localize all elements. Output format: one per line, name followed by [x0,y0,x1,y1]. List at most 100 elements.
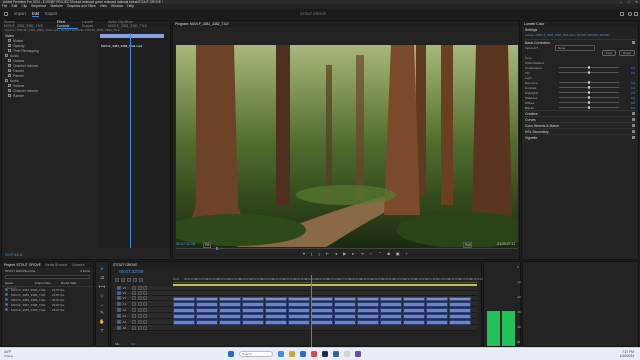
chrome-icon[interactable] [311,351,317,357]
audio-clip[interactable] [403,301,425,307]
video-clip[interactable] [173,296,195,301]
audio-clip[interactable] [334,319,356,325]
lumetri-slider[interactable] [559,86,619,89]
tab-media-browser[interactable]: Media Browser [45,263,68,267]
lumetri-slider-knob[interactable] [588,86,590,89]
lumetri-slider-knob[interactable] [588,66,590,69]
lumetri-value[interactable]: 0.0 [625,81,635,85]
tab-project[interactable]: Project: STOUT GROVE [4,263,41,267]
lumetri-value[interactable]: 0.0 [625,66,635,70]
track-eye-icon[interactable] [143,291,147,295]
tab-lumetri-scopes[interactable]: Lumetri Scopes [82,20,104,28]
lumetri-slider[interactable] [559,81,619,84]
effect-timeline-area[interactable]: M4V1F_3381_3382_TILE.mp4 [98,33,170,248]
track-mute-icon[interactable] [143,319,147,324]
audio-clip[interactable] [219,313,241,319]
comparison-icon[interactable]: ▣ [396,251,400,256]
lumetri-section-toggle[interactable] [632,136,635,139]
clock[interactable]: 7:27 PM 1/16/2024 [620,350,634,358]
audio-clip[interactable] [311,313,333,319]
track-lane[interactable] [173,307,477,313]
audio-clip[interactable] [357,319,379,325]
effect-toggle[interactable] [8,64,11,67]
track-lock-icon[interactable] [132,291,136,295]
add-button-icon[interactable]: + [406,251,408,256]
track-header[interactable]: V2 [115,291,173,295]
lumetri-value[interactable]: 0.0 [625,91,635,95]
track-lock-icon[interactable] [132,286,136,290]
video-clip[interactable] [265,296,287,301]
track-lock-icon[interactable] [132,301,136,306]
video-clip[interactable] [449,296,471,301]
track-eye-icon[interactable] [143,286,147,290]
audio-clip[interactable] [242,301,264,307]
audio-clip[interactable] [380,301,402,307]
lumetri-section-toggle[interactable] [632,41,635,44]
timeline-timecode[interactable]: 00:07:32:06 [119,270,143,274]
track-lock-icon[interactable] [132,307,136,312]
program-timecode[interactable]: 00:07:32:06 [176,242,195,246]
hand-tool-icon[interactable]: ✋ [99,319,105,325]
track-target-toggle[interactable] [117,301,121,306]
audio-clip[interactable] [219,301,241,307]
share-icon[interactable] [628,12,632,16]
effect-clip-bar[interactable]: M4V1F_3381_3382_TILE.mp4 [100,34,164,48]
fullscreen-icon[interactable] [634,12,638,16]
audio-clip[interactable] [426,313,448,319]
mix-value[interactable]: 0.0 [131,342,135,346]
photoshop-icon[interactable] [333,351,339,357]
add-marker-icon[interactable] [127,278,131,282]
effect-toggle[interactable] [8,49,11,52]
lumetri-section-toggle[interactable] [632,118,635,121]
start-icon[interactable] [228,351,234,357]
effect-toggle[interactable] [8,74,11,77]
audio-clip[interactable] [242,307,264,313]
track-lock-icon[interactable] [132,296,136,300]
selection-tool-icon[interactable]: ➤ [100,266,104,272]
track-lane[interactable] [173,296,477,301]
taskbar-search[interactable]: Search [239,351,273,357]
audio-clip[interactable] [380,319,402,325]
track-header[interactable]: A1 [115,301,173,306]
track-sync-icon[interactable] [137,296,142,300]
audio-clip[interactable] [403,319,425,325]
track-lane[interactable] [173,319,477,325]
audio-clip[interactable] [288,313,310,319]
lumetri-slider-knob[interactable] [588,81,590,84]
reset-button[interactable]: Reset [619,49,635,56]
effect-playhead[interactable] [130,33,131,248]
effect-toggle[interactable] [8,39,11,42]
col-name[interactable]: Name [5,281,13,285]
audio-clip[interactable] [173,301,195,307]
track-sync-icon[interactable] [137,301,142,306]
audio-clip[interactable] [196,319,218,325]
lumetri-section-header[interactable]: Vignette [525,134,635,140]
lumetri-slider[interactable] [559,91,619,94]
home-icon[interactable] [4,12,8,16]
lumetri-slider[interactable] [559,106,619,109]
track-select-tool-icon[interactable]: ⇉ [100,275,104,281]
audio-clip[interactable] [357,307,379,313]
track-sync-icon[interactable] [137,307,142,312]
tab-audio-clip-mixer[interactable]: Audio Clip Mixer: M4V1F_3381_3382_TILE [108,20,170,28]
track-target-toggle[interactable] [117,319,121,324]
track-lock-icon[interactable] [132,313,136,318]
app-icon[interactable] [355,351,361,357]
go-to-in-icon[interactable]: ⇤ [326,251,329,256]
tab-program[interactable]: Program: M4V1F_3381_3382_TILE [175,22,229,26]
export-frame-icon[interactable]: ◙ [387,251,389,256]
col-media-start[interactable]: Media Start [61,281,76,285]
weather-widget[interactable]: 44°F Cloudy [4,350,13,358]
track-header[interactable]: A4 [115,319,173,324]
track-target-toggle[interactable] [117,291,121,295]
lumetri-section-toggle[interactable] [632,112,635,115]
lumetri-slider-knob[interactable] [588,96,590,99]
track-lane[interactable] [173,301,477,307]
program-playhead[interactable] [216,247,218,250]
track-lock-icon[interactable] [132,325,136,330]
audio-clip[interactable] [173,307,195,313]
audio-clip[interactable] [173,319,195,325]
file-explorer-icon[interactable] [278,351,284,357]
video-clip[interactable] [288,296,310,301]
tab-lumetri-color[interactable]: Lumetri Color [524,22,544,26]
